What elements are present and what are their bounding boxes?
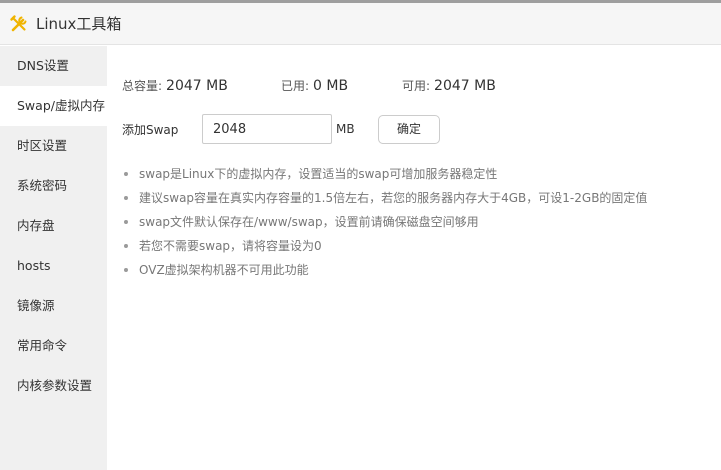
sidebar-item-timezone[interactable]: 时区设置 — [0, 126, 107, 166]
available-capacity-value: 2047 MB — [434, 78, 496, 94]
tip-item: 建议swap容量在真实内存容量的1.5倍左右，若您的服务器内存大于4GB，可设1… — [122, 186, 712, 210]
swap-panel: 总容量:2047 MB 已用:0 MB 可用:2047 MB 添加Swap MB… — [107, 46, 721, 470]
total-capacity-label: 总容量: — [122, 79, 163, 93]
tip-item: swap是Linux下的虚拟内存，设置适当的swap可增加服务器稳定性 — [122, 162, 712, 186]
bullet-icon — [124, 244, 128, 248]
tip-text: 建议swap容量在真实内存容量的1.5倍左右，若您的服务器内存大于4GB，可设1… — [139, 191, 648, 205]
tools-icon — [9, 14, 29, 34]
sidebar-item-mirror[interactable]: 镜像源 — [0, 286, 107, 326]
tip-text: swap文件默认保存在/www/swap，设置前请确保磁盘空间够用 — [139, 215, 479, 229]
total-capacity: 总容量: 2047 MB — [122, 75, 228, 94]
add-swap-row: 添加Swap MB 确定 — [122, 114, 712, 144]
used-capacity: 已用: 0 MB — [281, 75, 348, 94]
sidebar-item-swap[interactable]: Swap/虚拟内存 — [0, 86, 107, 126]
available-capacity: 可用: 2047 MB — [402, 75, 496, 94]
window-title: Linux工具箱 — [36, 15, 122, 33]
swap-size-input[interactable] — [202, 114, 332, 144]
sidebar-item-commands[interactable]: 常用命令 — [0, 326, 107, 366]
tip-item: swap文件默认保存在/www/swap，设置前请确保磁盘空间够用 — [122, 210, 712, 234]
sidebar-item-hosts[interactable]: hosts — [0, 246, 107, 286]
title-bar: Linux工具箱 — [0, 3, 721, 45]
sidebar: DNS设置 Swap/虚拟内存 时区设置 系统密码 内存盘 hosts 镜像源 … — [0, 46, 107, 470]
bullet-icon — [124, 220, 128, 224]
used-capacity-label: 已用: — [281, 79, 310, 93]
swap-size-unit: MB — [336, 122, 355, 136]
bullet-icon — [124, 172, 128, 176]
add-swap-label: 添加Swap — [122, 123, 179, 137]
tip-item: OVZ虚拟架构机器不可用此功能 — [122, 258, 712, 282]
swap-stats: 总容量: 2047 MB 已用: 0 MB 可用: 2047 MB — [122, 75, 712, 95]
total-capacity-value: 2047 MB — [166, 78, 228, 94]
help-tips: swap是Linux下的虚拟内存，设置适当的swap可增加服务器稳定性 建议sw… — [122, 162, 712, 282]
available-capacity-label: 可用: — [402, 79, 431, 93]
tip-text: swap是Linux下的虚拟内存，设置适当的swap可增加服务器稳定性 — [139, 167, 498, 181]
tip-text: 若您不需要swap，请将容量设为0 — [139, 239, 322, 253]
tip-item: 若您不需要swap，请将容量设为0 — [122, 234, 712, 258]
sidebar-item-kernel-params[interactable]: 内核参数设置 — [0, 366, 107, 406]
sidebar-item-password[interactable]: 系统密码 — [0, 166, 107, 206]
confirm-button[interactable]: 确定 — [378, 115, 440, 144]
used-capacity-value: 0 MB — [313, 78, 349, 94]
bullet-icon — [124, 196, 128, 200]
bullet-icon — [124, 268, 128, 272]
tip-text: OVZ虚拟架构机器不可用此功能 — [139, 263, 309, 277]
sidebar-item-ramdisk[interactable]: 内存盘 — [0, 206, 107, 246]
sidebar-item-dns[interactable]: DNS设置 — [0, 46, 107, 86]
